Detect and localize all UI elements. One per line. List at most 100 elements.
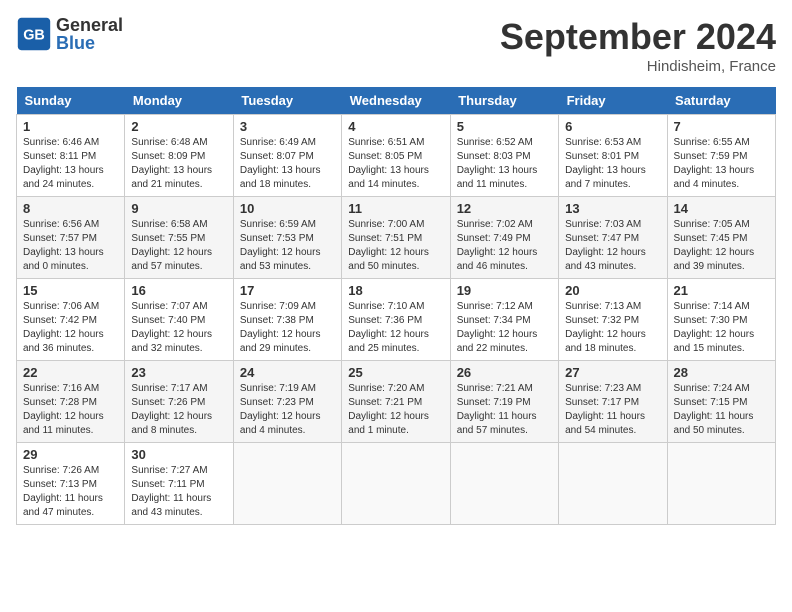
day-header-tuesday: Tuesday — [233, 87, 341, 115]
day-number: 18 — [348, 283, 443, 298]
day-number: 4 — [348, 119, 443, 134]
day-header-wednesday: Wednesday — [342, 87, 450, 115]
calendar-cell: 29 Sunrise: 7:26 AMSunset: 7:13 PMDayligh… — [17, 443, 125, 525]
day-info: Sunrise: 7:02 AMSunset: 7:49 PMDaylight:… — [457, 218, 552, 274]
logo-bottom: Blue — [56, 34, 123, 52]
day-info: Sunrise: 6:56 AMSunset: 7:57 PMDaylight:… — [23, 218, 118, 274]
calendar-cell: 5 Sunrise: 6:52 AMSunset: 8:03 PMDaylight… — [450, 115, 558, 197]
calendar-cell: 14 Sunrise: 7:05 AMSunset: 7:45 PMDayligh… — [667, 197, 775, 279]
calendar-cell: 3Sunrise: 6:49 AMSunset: 8:07 PMDaylight… — [233, 115, 341, 197]
day-number: 17 — [240, 283, 335, 298]
day-info: Sunrise: 7:23 AMSunset: 7:17 PMDaylight:… — [565, 382, 660, 438]
calendar-week-4: 29 Sunrise: 7:26 AMSunset: 7:13 PMDayligh… — [17, 443, 776, 525]
calendar-cell: 18 Sunrise: 7:10 AMSunset: 7:36 PMDayligh… — [342, 279, 450, 361]
day-number: 28 — [674, 365, 769, 380]
day-info: Sunrise: 7:24 AMSunset: 7:15 PMDaylight:… — [674, 382, 769, 438]
calendar-cell: 25Sunrise: 7:20 AMSunset: 7:21 PMDayligh… — [342, 361, 450, 443]
day-info: Sunrise: 6:48 AMSunset: 8:09 PMDaylight:… — [131, 136, 226, 192]
day-number: 29 — [23, 447, 118, 462]
day-number: 23 — [131, 365, 226, 380]
day-number: 11 — [348, 201, 443, 216]
day-info: Sunrise: 7:16 AMSunset: 7:28 PMDaylight:… — [23, 382, 118, 438]
days-header-row: SundayMondayTuesdayWednesdayThursdayFrid… — [17, 87, 776, 115]
day-info: Sunrise: 7:03 AMSunset: 7:47 PMDaylight:… — [565, 218, 660, 274]
day-number: 9 — [131, 201, 226, 216]
day-number: 20 — [565, 283, 660, 298]
month-title: September 2024 — [500, 16, 776, 58]
calendar-cell: 30 Sunrise: 7:27 AMSunset: 7:11 PMDayligh… — [125, 443, 233, 525]
calendar-cell: 21 Sunrise: 7:14 AMSunset: 7:30 PMDayligh… — [667, 279, 775, 361]
calendar-cell: 4 Sunrise: 6:51 AMSunset: 8:05 PMDaylight… — [342, 115, 450, 197]
location: Hindisheim, France — [500, 58, 776, 75]
calendar-cell — [450, 443, 558, 525]
day-info: Sunrise: 6:46 AMSunset: 8:11 PMDaylight:… — [23, 136, 118, 192]
day-info: Sunrise: 7:14 AMSunset: 7:30 PMDaylight:… — [674, 300, 769, 356]
calendar-table: SundayMondayTuesdayWednesdayThursdayFrid… — [16, 87, 776, 525]
day-number: 5 — [457, 119, 552, 134]
day-info: Sunrise: 7:26 AMSunset: 7:13 PMDaylight:… — [23, 464, 118, 520]
day-info: Sunrise: 6:53 AMSunset: 8:01 PMDaylight:… — [565, 136, 660, 192]
calendar-cell: 13 Sunrise: 7:03 AMSunset: 7:47 PMDayligh… — [559, 197, 667, 279]
calendar-cell: 19Sunrise: 7:12 AMSunset: 7:34 PMDayligh… — [450, 279, 558, 361]
logo-text: General Blue — [56, 16, 123, 52]
day-number: 16 — [131, 283, 226, 298]
calendar-cell: 16 Sunrise: 7:07 AMSunset: 7:40 PMDayligh… — [125, 279, 233, 361]
calendar-cell: 27 Sunrise: 7:23 AMSunset: 7:17 PMDayligh… — [559, 361, 667, 443]
calendar-week-0: 1Sunrise: 6:46 AMSunset: 8:11 PMDaylight… — [17, 115, 776, 197]
day-info: Sunrise: 7:19 AMSunset: 7:23 PMDaylight:… — [240, 382, 335, 438]
day-info: Sunrise: 6:51 AMSunset: 8:05 PMDaylight:… — [348, 136, 443, 192]
day-number: 27 — [565, 365, 660, 380]
day-number: 30 — [131, 447, 226, 462]
calendar-cell — [233, 443, 341, 525]
day-number: 6 — [565, 119, 660, 134]
calendar-week-1: 8Sunrise: 6:56 AMSunset: 7:57 PMDaylight… — [17, 197, 776, 279]
day-info: Sunrise: 7:06 AMSunset: 7:42 PMDaylight:… — [23, 300, 118, 356]
calendar-cell: 26 Sunrise: 7:21 AMSunset: 7:19 PMDayligh… — [450, 361, 558, 443]
day-info: Sunrise: 7:05 AMSunset: 7:45 PMDaylight:… — [674, 218, 769, 274]
calendar-cell: 1Sunrise: 6:46 AMSunset: 8:11 PMDaylight… — [17, 115, 125, 197]
day-info: Sunrise: 7:27 AMSunset: 7:11 PMDaylight:… — [131, 464, 226, 520]
day-header-friday: Friday — [559, 87, 667, 115]
calendar-week-2: 15 Sunrise: 7:06 AMSunset: 7:42 PMDayligh… — [17, 279, 776, 361]
day-number: 13 — [565, 201, 660, 216]
day-info: Sunrise: 7:17 AMSunset: 7:26 PMDaylight:… — [131, 382, 226, 438]
calendar-cell: 2 Sunrise: 6:48 AMSunset: 8:09 PMDaylight… — [125, 115, 233, 197]
calendar-cell: 22 Sunrise: 7:16 AMSunset: 7:28 PMDayligh… — [17, 361, 125, 443]
day-info: Sunrise: 7:13 AMSunset: 7:32 PMDaylight:… — [565, 300, 660, 356]
logo-icon: GB — [16, 16, 52, 52]
day-number: 10 — [240, 201, 335, 216]
day-number: 26 — [457, 365, 552, 380]
day-info: Sunrise: 7:07 AMSunset: 7:40 PMDaylight:… — [131, 300, 226, 356]
day-number: 24 — [240, 365, 335, 380]
calendar-cell: 6 Sunrise: 6:53 AMSunset: 8:01 PMDaylight… — [559, 115, 667, 197]
day-info: Sunrise: 6:52 AMSunset: 8:03 PMDaylight:… — [457, 136, 552, 192]
day-number: 2 — [131, 119, 226, 134]
day-number: 7 — [674, 119, 769, 134]
calendar-cell: 15 Sunrise: 7:06 AMSunset: 7:42 PMDayligh… — [17, 279, 125, 361]
day-number: 21 — [674, 283, 769, 298]
title-block: September 2024 Hindisheim, France — [500, 16, 776, 75]
day-number: 15 — [23, 283, 118, 298]
day-number: 19 — [457, 283, 552, 298]
logo-top: General — [56, 16, 123, 34]
calendar-cell — [342, 443, 450, 525]
day-number: 25 — [348, 365, 443, 380]
day-header-sunday: Sunday — [17, 87, 125, 115]
calendar-cell: 8Sunrise: 6:56 AMSunset: 7:57 PMDaylight… — [17, 197, 125, 279]
day-info: Sunrise: 7:00 AMSunset: 7:51 PMDaylight:… — [348, 218, 443, 274]
page-header: GB General Blue September 2024 Hindishei… — [16, 16, 776, 75]
calendar-cell: 28 Sunrise: 7:24 AMSunset: 7:15 PMDayligh… — [667, 361, 775, 443]
day-info: Sunrise: 6:49 AMSunset: 8:07 PMDaylight:… — [240, 136, 335, 192]
calendar-cell: 20 Sunrise: 7:13 AMSunset: 7:32 PMDayligh… — [559, 279, 667, 361]
day-number: 14 — [674, 201, 769, 216]
day-info: Sunrise: 7:09 AMSunset: 7:38 PMDaylight:… — [240, 300, 335, 356]
day-info: Sunrise: 7:21 AMSunset: 7:19 PMDaylight:… — [457, 382, 552, 438]
day-info: Sunrise: 7:10 AMSunset: 7:36 PMDaylight:… — [348, 300, 443, 356]
calendar-cell: 11 Sunrise: 7:00 AMSunset: 7:51 PMDayligh… — [342, 197, 450, 279]
calendar-cell — [559, 443, 667, 525]
svg-text:GB: GB — [23, 27, 45, 43]
logo: GB General Blue — [16, 16, 123, 52]
calendar-week-3: 22 Sunrise: 7:16 AMSunset: 7:28 PMDayligh… — [17, 361, 776, 443]
day-info: Sunrise: 6:58 AMSunset: 7:55 PMDaylight:… — [131, 218, 226, 274]
day-number: 22 — [23, 365, 118, 380]
